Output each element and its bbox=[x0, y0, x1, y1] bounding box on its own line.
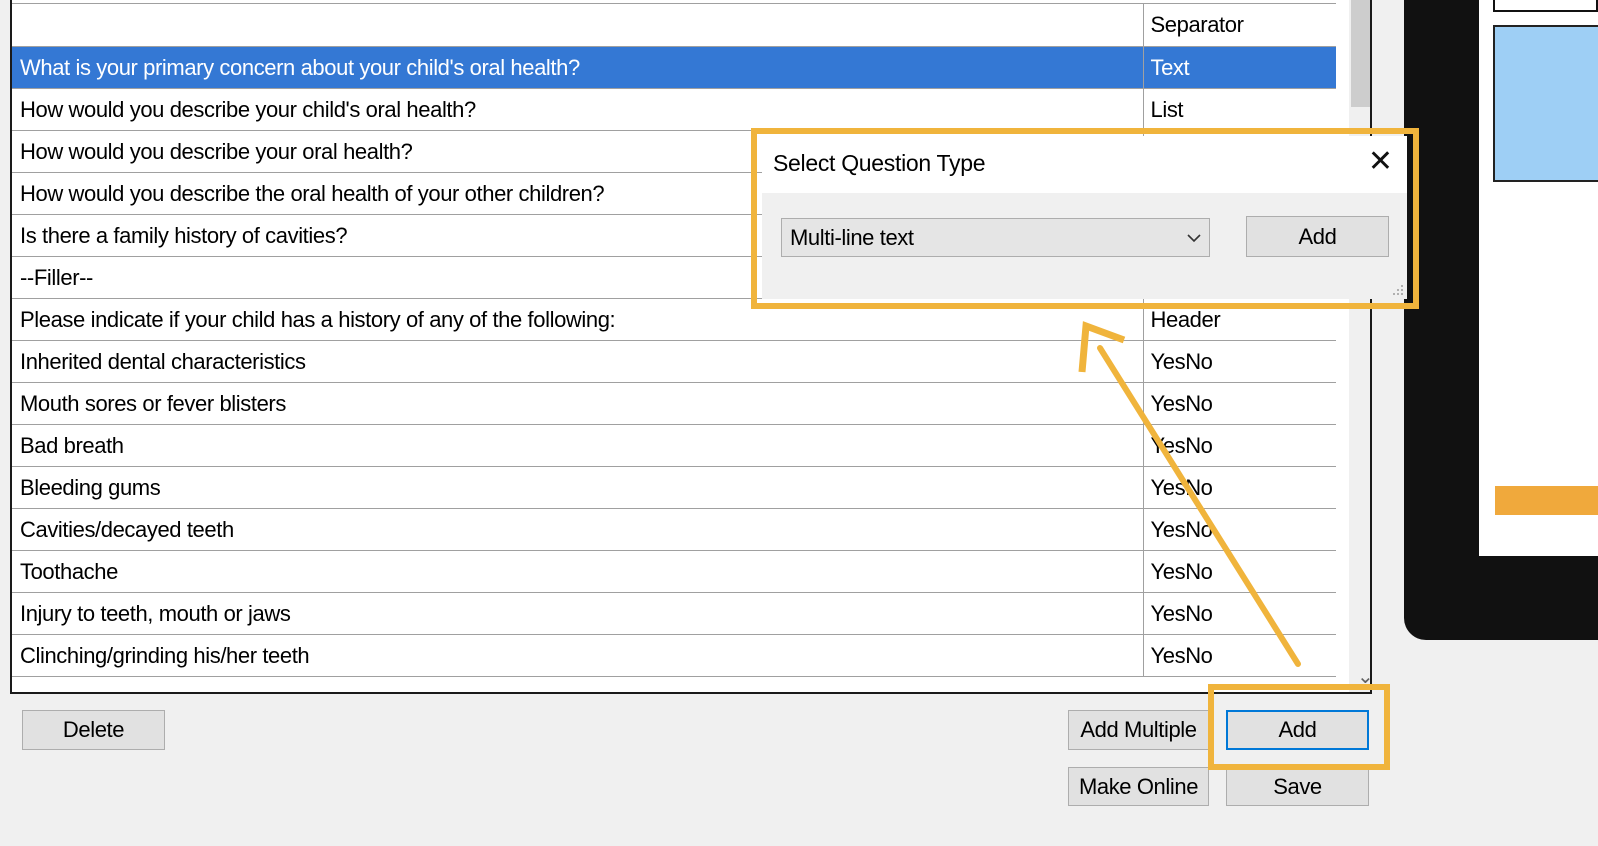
pointer-arrow bbox=[1078, 321, 1301, 667]
